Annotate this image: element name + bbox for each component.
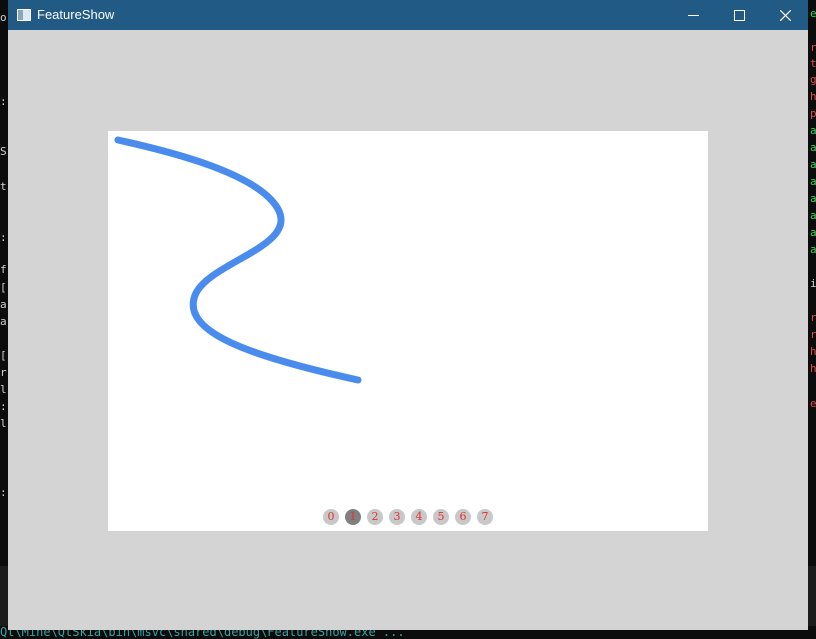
console-text-fragment: a [810, 192, 816, 205]
console-text-fragment: r [0, 366, 7, 379]
console-text-fragment: r [810, 328, 816, 341]
console-text-fragment: [ [0, 281, 7, 294]
console-text-fragment: a [810, 124, 816, 137]
console-text-fragment: o [0, 11, 7, 24]
console-text-fragment: h [810, 362, 816, 375]
console-text-fragment: h [810, 90, 816, 103]
page-dot-4[interactable]: 4 [411, 509, 427, 525]
console-scroll-band-left [0, 566, 8, 626]
maximize-icon [734, 10, 745, 21]
window-title: FeatureShow [37, 7, 115, 22]
close-icon [780, 10, 791, 21]
console-text-fragment: a [810, 209, 816, 222]
console-scroll-band-right [808, 566, 816, 626]
page-dot-1[interactable]: 1 [345, 509, 361, 525]
console-text-fragment: a [810, 158, 816, 171]
page-dot-6[interactable]: 6 [455, 509, 471, 525]
page-dot-3[interactable]: 3 [389, 509, 405, 525]
console-text-fragment: [ [0, 349, 7, 362]
page-dot-7[interactable]: 7 [477, 509, 493, 525]
minimize-button[interactable] [670, 0, 716, 30]
minimize-icon [688, 15, 699, 16]
console-text-fragment: r [810, 311, 816, 324]
console-text-fragment: p [810, 107, 816, 120]
console-text-fragment: a [810, 243, 816, 256]
console-text-fragment: i [810, 277, 816, 290]
console-text-fragment: a [810, 141, 816, 154]
console-text-fragment: S [0, 145, 7, 158]
blue-s-curve [114, 136, 362, 384]
console-background-right: ertghpaaaaaaaairrhhe [808, 0, 816, 639]
console-text-fragment: t [0, 180, 7, 193]
curve-drawing [114, 136, 362, 384]
drawing-canvas[interactable]: 01234567 [108, 131, 708, 531]
console-text-fragment: a [810, 226, 816, 239]
console-text-fragment: : [0, 95, 7, 108]
console-text-fragment: f [0, 263, 7, 276]
featureshow-window: FeatureShow 01234567 [8, 0, 808, 630]
page-indicator: 01234567 [323, 509, 493, 526]
page-dot-5[interactable]: 5 [433, 509, 449, 525]
page-dot-0[interactable]: 0 [323, 509, 339, 525]
console-text-fragment: a [810, 175, 816, 188]
console-text-fragment: t [810, 57, 816, 70]
console-background-left: o: St: f[a a[r l: l: [0, 0, 8, 639]
console-text-fragment: l [0, 383, 7, 396]
console-text-fragment: e [810, 7, 816, 20]
close-button[interactable] [762, 0, 808, 30]
console-text-fragment: a [0, 298, 7, 311]
console-text-fragment: : [0, 231, 7, 244]
console-text-fragment: e [810, 397, 816, 410]
app-window-icon [17, 9, 31, 21]
title-bar[interactable]: FeatureShow [8, 0, 808, 30]
maximize-button[interactable] [716, 0, 762, 30]
console-text-fragment: : [0, 486, 7, 499]
console-text-fragment: r [810, 41, 816, 54]
page-dot-2[interactable]: 2 [367, 509, 383, 525]
console-text-fragment: l [0, 417, 7, 430]
console-text-fragment: h [810, 345, 816, 358]
console-text-fragment: g [810, 73, 816, 86]
console-text-fragment: : [0, 400, 7, 413]
console-text-fragment: a [0, 315, 7, 328]
